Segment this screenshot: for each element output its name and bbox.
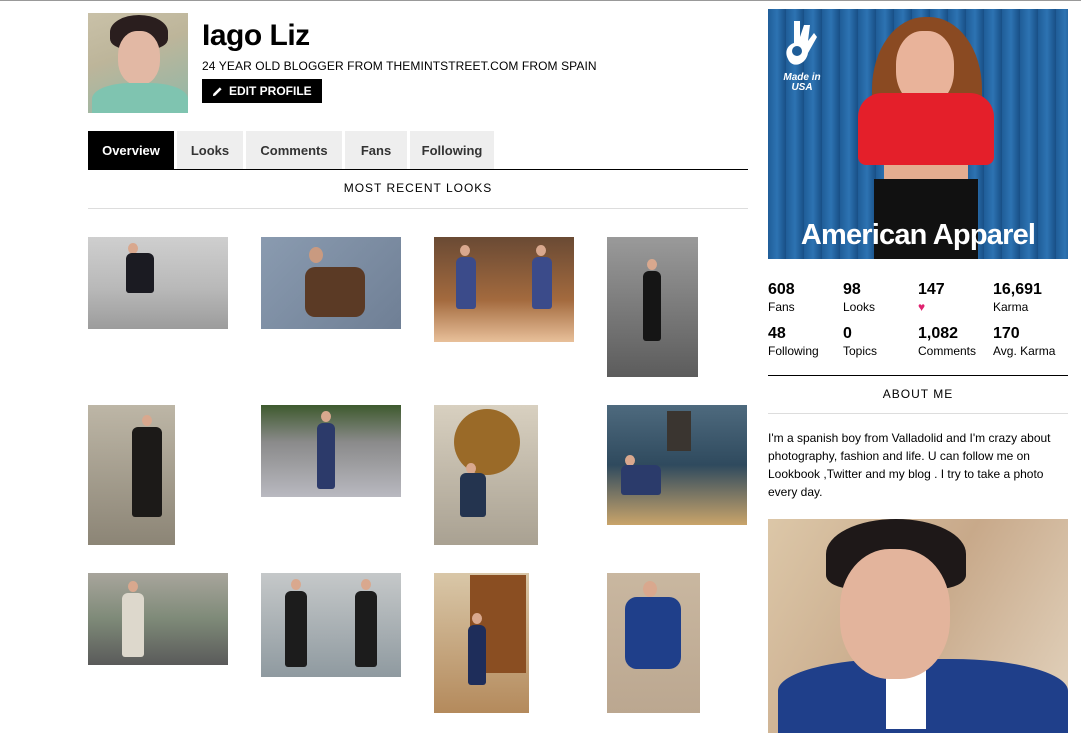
profile-name: Iago Liz xyxy=(202,19,310,52)
stat-value: 0 xyxy=(843,325,852,342)
stat-topics[interactable]: 0 Topics xyxy=(843,325,918,359)
look-thumbnail[interactable] xyxy=(88,237,228,329)
about-title: ABOUT ME xyxy=(882,387,954,401)
stat-fans[interactable]: 608 Fans xyxy=(768,281,843,315)
profile-tabs: Overview Looks Comments Fans Following xyxy=(88,131,494,169)
look-thumbnail[interactable] xyxy=(88,573,228,665)
stat-label: Fans xyxy=(768,300,795,314)
stat-label: Comments xyxy=(918,344,977,358)
stat-value: 48 xyxy=(768,325,786,342)
look-thumbnail[interactable] xyxy=(434,405,538,545)
tab-overview[interactable]: Overview xyxy=(88,131,174,169)
tab-fans[interactable]: Fans xyxy=(345,131,407,169)
tabs-divider xyxy=(88,169,748,170)
look-thumbnail[interactable] xyxy=(261,573,401,677)
stat-value: 147 xyxy=(918,281,945,298)
edit-profile-label: EDIT PROFILE xyxy=(229,84,312,98)
tab-following[interactable]: Following xyxy=(410,131,494,169)
look-thumbnail[interactable] xyxy=(434,573,529,713)
stat-label: Avg. Karma xyxy=(993,344,1056,358)
profile-avatar[interactable] xyxy=(88,13,188,113)
look-thumbnail[interactable] xyxy=(261,405,401,497)
profile-tagline: 24 YEAR OLD BLOGGER FROM THEMINTSTREET.C… xyxy=(202,59,597,73)
american-apparel-ad[interactable]: Made in USA American Apparel xyxy=(768,9,1068,259)
profile-photo[interactable] xyxy=(768,519,1068,733)
ad-brand: American Apparel xyxy=(800,219,1036,251)
stat-looks[interactable]: 98 Looks xyxy=(843,281,918,315)
stat-value: 16,691 xyxy=(993,281,1042,298)
pencil-icon xyxy=(212,86,222,96)
stat-value: 608 xyxy=(768,281,795,298)
about-text: I'm a spanish boy from Valladolid and I'… xyxy=(768,431,1051,499)
stat-value: 1,082 xyxy=(918,325,959,342)
about-divider-top xyxy=(768,375,1068,376)
tab-comments[interactable]: Comments xyxy=(246,131,342,169)
look-thumbnail[interactable] xyxy=(607,237,698,377)
tab-looks[interactable]: Looks xyxy=(177,131,243,169)
about-divider xyxy=(768,413,1068,414)
edit-profile-button[interactable]: EDIT PROFILE xyxy=(202,79,322,103)
stat-following[interactable]: 48 Following xyxy=(768,325,843,359)
heart-icon: ♥ xyxy=(918,300,926,314)
look-thumbnail[interactable] xyxy=(261,237,401,329)
look-thumbnail[interactable] xyxy=(434,237,574,342)
look-thumbnail[interactable] xyxy=(607,405,747,525)
look-thumbnail[interactable] xyxy=(607,573,700,713)
stat-value: 170 xyxy=(993,325,1020,342)
stat-karma: 16,691 Karma xyxy=(993,281,1068,315)
stat-label: Looks xyxy=(843,300,876,314)
stat-avg-karma: 170 Avg. Karma xyxy=(993,325,1068,359)
stat-value: 98 xyxy=(843,281,861,298)
stat-hearts[interactable]: 147 ♥ xyxy=(918,281,993,315)
ok-hand-icon xyxy=(786,21,817,65)
stat-label: Following xyxy=(768,344,819,358)
stat-label: Topics xyxy=(843,344,878,358)
stat-comments[interactable]: 1,082 Comments xyxy=(918,325,993,359)
section-title: MOST RECENT LOOKS xyxy=(343,181,493,195)
made-in-usa-badge: Made in USA xyxy=(783,72,821,93)
stat-label: Karma xyxy=(993,300,1029,314)
section-divider xyxy=(88,208,748,209)
look-thumbnail[interactable] xyxy=(88,405,175,545)
profile-stats: 608 Fans 98 Looks 147 ♥ 16,691 Karma 48 Follo… xyxy=(768,281,1068,359)
